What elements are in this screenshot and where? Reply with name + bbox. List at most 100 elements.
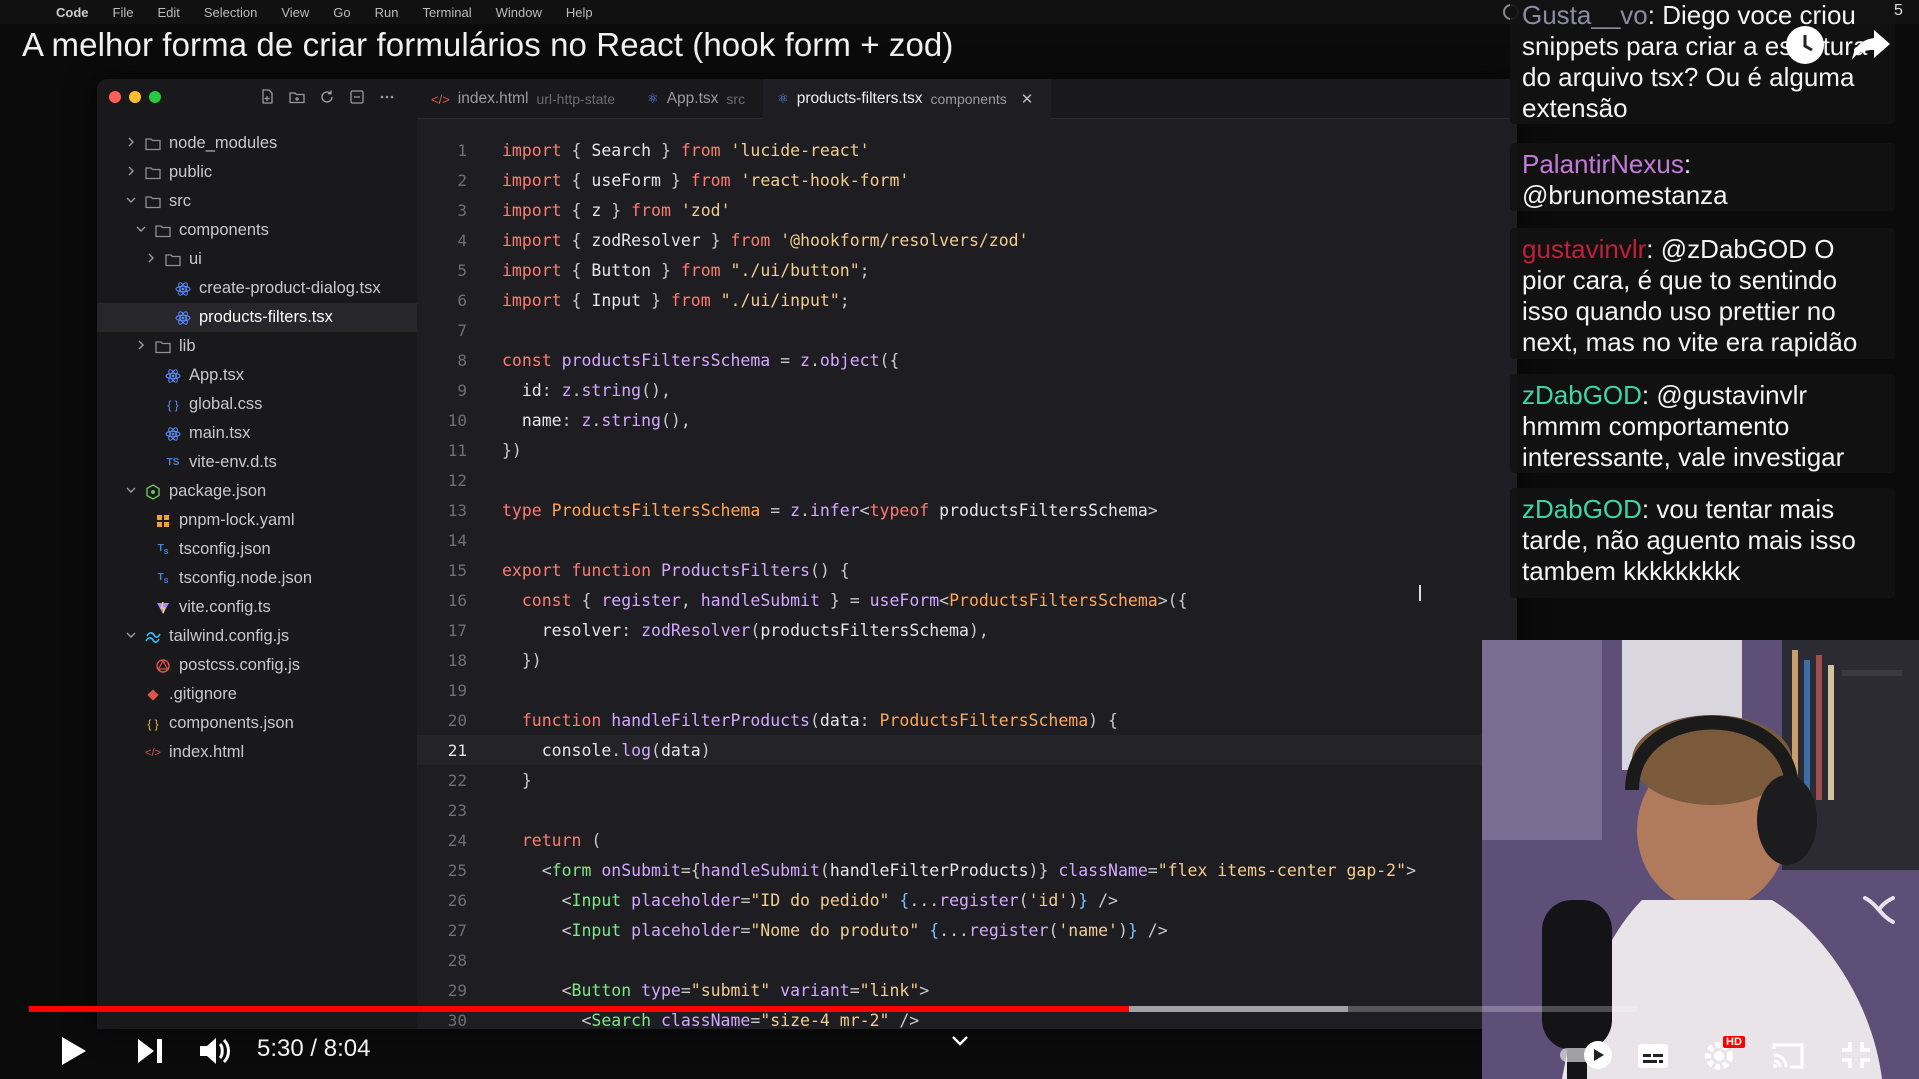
chat-username[interactable]: zDabGOD (1522, 380, 1642, 410)
code-line[interactable]: 23 (417, 795, 1517, 825)
code-area[interactable]: 1 import { Search } from 'lucide-react' 2 i… (417, 119, 1517, 1029)
tree-item-vite-config-ts[interactable]: vite.config.ts (97, 593, 417, 622)
next-video-button[interactable] (136, 1037, 164, 1070)
tree-item-main-tsx[interactable]: main.tsx (97, 419, 417, 448)
tab-app-tsx[interactable]: ⚛ App.tsx src (633, 79, 763, 119)
tree-item-postcss-config-js[interactable]: postcss.config.js (97, 651, 417, 680)
chevron-right-icon[interactable] (125, 165, 137, 180)
code-line[interactable]: 1 import { Search } from 'lucide-react' (417, 135, 1517, 165)
code-line[interactable]: 16 const { register, handleSubmit } = us… (417, 585, 1517, 615)
menu-item-help[interactable]: Help (566, 5, 593, 20)
collapse-all-icon[interactable] (349, 89, 365, 105)
play-button[interactable] (58, 1035, 88, 1072)
tree-item--gitignore[interactable]: .gitignore (97, 680, 417, 709)
tree-item-lib[interactable]: lib (97, 332, 417, 361)
progress-bar[interactable] (29, 1006, 1637, 1012)
tree-item-vite-env-d-ts[interactable]: TS vite-env.d.ts (97, 448, 417, 477)
code-line[interactable]: 2 import { useForm } from 'react-hook-for… (417, 165, 1517, 195)
autoplay-toggle[interactable] (1558, 1040, 1618, 1075)
tree-item-tsconfig-node-json[interactable]: TS tsconfig.node.json (97, 564, 417, 593)
chevron-down-icon[interactable] (125, 194, 137, 209)
tree-item-products-filters-tsx[interactable]: products-filters.tsx (97, 303, 417, 332)
code-line[interactable]: 4 import { zodResolver } from '@hookform/… (417, 225, 1517, 255)
tree-item-node-modules[interactable]: node_modules (97, 129, 417, 158)
code-line[interactable]: 5 import { Button } from "./ui/button"; (417, 255, 1517, 285)
tab-products-filters-tsx[interactable]: ⚛ products-filters.tsx components ✕ (763, 79, 1052, 119)
code-line[interactable]: 11}) (417, 435, 1517, 465)
code-line[interactable]: 14 (417, 525, 1517, 555)
tree-item-create-product-dialog-tsx[interactable]: create-product-dialog.tsx (97, 274, 417, 303)
code-line[interactable]: 29 <Button type="submit" variant="link"> (417, 975, 1517, 1005)
apple-icon[interactable] (20, 5, 34, 19)
tree-item-pnpm-lock-yaml[interactable]: pnpm-lock.yaml (97, 506, 417, 535)
chevron-down-icon[interactable] (135, 223, 147, 238)
menu-item-file[interactable]: File (113, 5, 134, 20)
code-line[interactable]: 10 name: z.string(), (417, 405, 1517, 435)
code-line[interactable]: 12 (417, 465, 1517, 495)
tree-item-app-tsx[interactable]: App.tsx (97, 361, 417, 390)
code-line[interactable]: 24 return ( (417, 825, 1517, 855)
watch-later-icon[interactable] (1786, 26, 1824, 64)
tree-item-global-css[interactable]: { } global.css (97, 390, 417, 419)
code-line[interactable]: 26 <Input placeholder="ID do pedido" {..… (417, 885, 1517, 915)
code-line[interactable]: 9 id: z.string(), (417, 375, 1517, 405)
code-line[interactable]: 21 console.log(data) (417, 735, 1517, 765)
tree-item-package-json[interactable]: package.json (97, 477, 417, 506)
menu-item-view[interactable]: View (281, 5, 309, 20)
menu-item-selection[interactable]: Selection (204, 5, 257, 20)
chat-username[interactable]: gustavinvlr (1522, 234, 1646, 264)
close-window-button[interactable] (109, 91, 121, 103)
code-line[interactable]: 19 (417, 675, 1517, 705)
chat-username[interactable]: zDabGOD (1522, 494, 1642, 524)
subtitles-icon[interactable] (1636, 1042, 1670, 1075)
code-line[interactable]: 7 (417, 315, 1517, 345)
chevron-right-icon[interactable] (145, 252, 157, 267)
code-line[interactable]: 8 const productsFiltersSchema = z.object(… (417, 345, 1517, 375)
menu-item-terminal[interactable]: Terminal (423, 5, 472, 20)
more-options-icon[interactable] (379, 89, 395, 105)
code-line[interactable]: 3 import { z } from 'zod' (417, 195, 1517, 225)
share-icon[interactable] (1850, 26, 1892, 64)
refresh-icon[interactable] (319, 89, 335, 105)
volume-icon[interactable] (198, 1035, 232, 1072)
code-line[interactable]: 20 function handleFilterProducts(data: P… (417, 705, 1517, 735)
menu-item-edit[interactable]: Edit (157, 5, 179, 20)
minimize-window-button[interactable] (129, 91, 141, 103)
menu-item-go[interactable]: Go (333, 5, 350, 20)
chat-username[interactable]: PalantirNexus (1522, 149, 1684, 179)
tab-index-html[interactable]: </> index.html url-http-state (417, 79, 633, 119)
code-line[interactable]: 22 } (417, 765, 1517, 795)
menu-item-window[interactable]: Window (496, 5, 542, 20)
chat-username[interactable]: Gusta__vo (1522, 0, 1648, 30)
code-line[interactable]: 18 }) (417, 645, 1517, 675)
cast-icon[interactable] (1770, 1041, 1806, 1076)
new-folder-icon[interactable] (289, 89, 305, 105)
maximize-window-button[interactable] (149, 91, 161, 103)
chevron-down-icon[interactable] (950, 1034, 970, 1053)
code-line[interactable]: 17 resolver: zodResolver(productsFilters… (417, 615, 1517, 645)
tree-item-tailwind-config-js[interactable]: tailwind.config.js (97, 622, 417, 651)
code-line[interactable]: 28 (417, 945, 1517, 975)
code-line[interactable]: 6 import { Input } from "./ui/input"; (417, 285, 1517, 315)
chevron-down-icon[interactable] (125, 629, 137, 644)
chevron-down-icon[interactable] (125, 484, 137, 499)
code-line[interactable]: 15 export function ProductsFilters() { (417, 555, 1517, 585)
code-line[interactable]: 13 type ProductsFiltersSchema = z.infer<t… (417, 495, 1517, 525)
new-file-icon[interactable] (259, 89, 275, 105)
tree-item-public[interactable]: public (97, 158, 417, 187)
code-line[interactable]: 25 <form onSubmit={handleSubmit(handleFi… (417, 855, 1517, 885)
tree-item-index-html[interactable]: </> index.html (97, 738, 417, 767)
chevron-right-icon[interactable] (125, 136, 137, 151)
menu-item-run[interactable]: Run (375, 5, 399, 20)
chevron-right-icon[interactable] (135, 339, 147, 354)
menu-item-code[interactable]: Code (56, 5, 89, 20)
tree-item-src[interactable]: src (97, 187, 417, 216)
settings-icon[interactable]: HD (1703, 1036, 1745, 1077)
close-tab-icon[interactable]: ✕ (1021, 90, 1034, 108)
tree-item-ui[interactable]: ui (97, 245, 417, 274)
tree-item-tsconfig-json[interactable]: TS tsconfig.json (97, 535, 417, 564)
exit-fullscreen-icon[interactable] (1840, 1040, 1872, 1075)
tree-item-components[interactable]: components (97, 216, 417, 245)
code-line[interactable]: 27 <Input placeholder="Nome do produto" … (417, 915, 1517, 945)
tree-item-components-json[interactable]: { } components.json (97, 709, 417, 738)
